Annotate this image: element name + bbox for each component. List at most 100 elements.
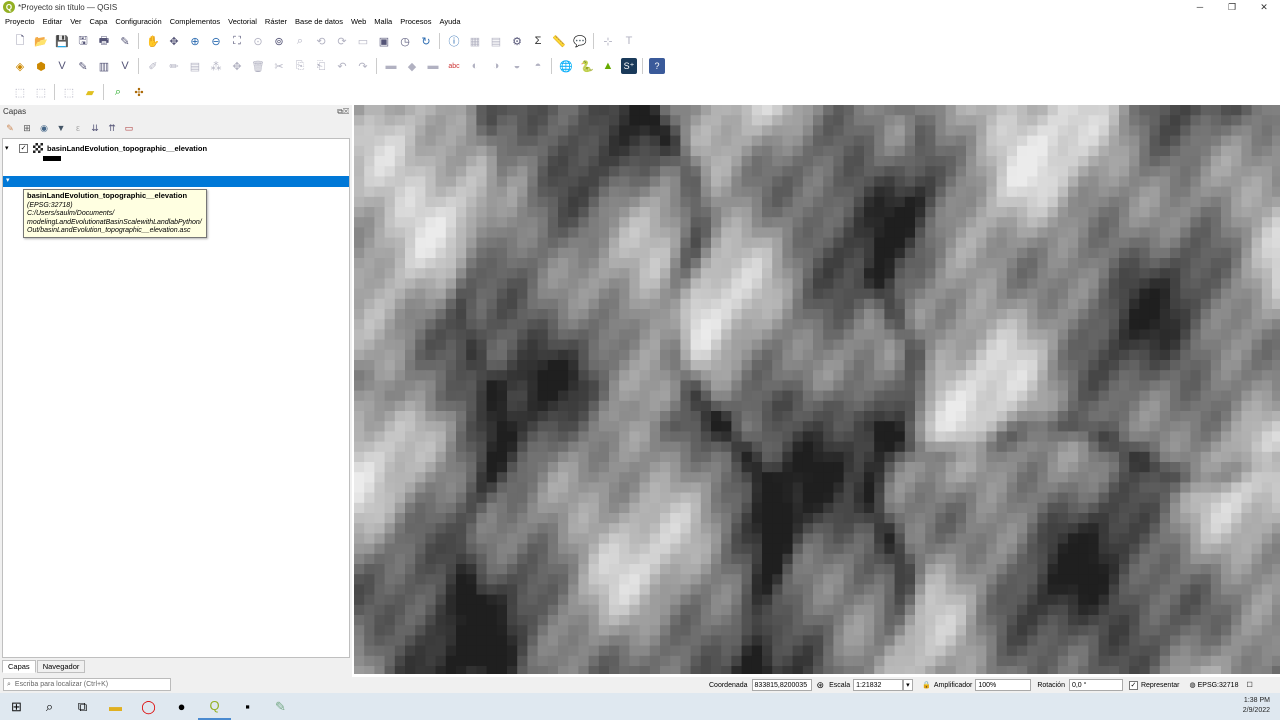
edit-pencil-icon[interactable]: ✐ xyxy=(145,58,161,74)
menu-raster[interactable]: Ráster xyxy=(265,17,287,26)
statistics-icon[interactable]: Σ xyxy=(530,33,546,49)
new-geopackage-icon[interactable]: ⬢ xyxy=(33,58,49,74)
save-as-icon[interactable]: 🖫 xyxy=(75,33,91,49)
collapse-all-icon[interactable]: ⇈ xyxy=(106,122,118,134)
stats-plugin-icon[interactable]: ▲ xyxy=(600,58,616,74)
cut-icon[interactable]: ✂ xyxy=(271,58,287,74)
pan-icon[interactable]: ✋ xyxy=(145,33,161,49)
close-button[interactable]: ✕ xyxy=(1248,0,1280,14)
processing-toolbox-icon[interactable]: ⚙ xyxy=(509,33,525,49)
system-clock[interactable]: 1:38 PM 2/9/2022 xyxy=(1243,696,1270,716)
help-icon[interactable]: ? xyxy=(649,58,665,74)
remove-layer-icon[interactable]: ▭ xyxy=(123,122,135,134)
add-group-icon[interactable]: ⊞ xyxy=(21,122,33,134)
file-explorer-icon[interactable]: ▬ xyxy=(99,693,132,720)
delete-icon[interactable]: 🗑 xyxy=(250,58,266,74)
lock-scale-icon[interactable]: 🔒 xyxy=(922,681,931,689)
notepad-icon[interactable]: ✎ xyxy=(264,693,297,720)
locator-search[interactable]: ⌕ Escriba para localizar (Ctrl+K) xyxy=(3,678,171,691)
panel-float-close-icon[interactable]: ⧉☒ xyxy=(337,107,349,117)
zoom-out-icon[interactable]: ⊖ xyxy=(208,33,224,49)
expand-arrow-icon[interactable]: ▾ xyxy=(5,144,13,152)
new-map-view-icon[interactable]: ▭ xyxy=(355,33,371,49)
select-features-icon[interactable]: ⊹ xyxy=(600,33,616,49)
data-source-manager-icon[interactable]: ◈ xyxy=(12,58,28,74)
menu-malla[interactable]: Malla xyxy=(374,17,392,26)
map-tips-icon[interactable]: 💬 xyxy=(572,33,588,49)
field-calc-icon[interactable]: ▤ xyxy=(488,33,504,49)
task-view-icon[interactable]: ⧉ xyxy=(66,693,99,720)
toggle-editing-icon[interactable]: ✏ xyxy=(166,58,182,74)
s-plus-plugin-icon[interactable]: S⁺ xyxy=(621,58,637,74)
save-edits-icon[interactable]: ▤ xyxy=(187,58,203,74)
new-virtual-icon[interactable]: ▥ xyxy=(96,58,112,74)
scale-dropdown-icon[interactable]: ▾ xyxy=(903,679,914,691)
terminal-icon[interactable]: ▪ xyxy=(231,693,264,720)
deselect-icon[interactable]: ⬚ xyxy=(33,84,49,100)
zoom-selection-icon[interactable]: ⊙ xyxy=(250,33,266,49)
github-icon[interactable]: ● xyxy=(165,693,198,720)
maximize-button[interactable]: ❐ xyxy=(1216,0,1248,14)
paste-icon[interactable]: ⎗ xyxy=(313,58,329,74)
style-layer-icon[interactable]: ✎ xyxy=(4,122,16,134)
pan-to-selection-icon[interactable]: ✥ xyxy=(166,33,182,49)
selected-legend-row[interactable]: ▾ xyxy=(3,176,349,187)
print-layout-icon[interactable]: 🖶 xyxy=(96,33,112,49)
vertex-tool-icon[interactable]: ✥ xyxy=(229,58,245,74)
menu-capa[interactable]: Capa xyxy=(89,17,107,26)
menu-base-de-datos[interactable]: Base de datos xyxy=(295,17,343,26)
tab-capas[interactable]: Capas xyxy=(2,660,36,673)
identify-icon[interactable]: ⓘ xyxy=(446,33,462,49)
search-icon[interactable]: ⌕ xyxy=(33,693,66,720)
zoom-native-icon[interactable]: ⌕ xyxy=(292,33,308,49)
new-project-icon[interactable]: 🗋 xyxy=(12,33,28,49)
zoom-layer-icon[interactable]: ⊚ xyxy=(271,33,287,49)
layer-name[interactable]: basinLandEvolution_topographic__elevatio… xyxy=(47,144,207,153)
filter-select-icon[interactable]: ⬚ xyxy=(61,84,77,100)
georeferencer-icon[interactable]: ✣ xyxy=(131,84,147,100)
open-project-icon[interactable]: 📂 xyxy=(33,33,49,49)
menu-vectorial[interactable]: Vectorial xyxy=(228,17,257,26)
menu-configuracion[interactable]: Configuración xyxy=(115,17,161,26)
menu-complementos[interactable]: Complementos xyxy=(170,17,220,26)
coordinate-field[interactable]: 833815,8200035 xyxy=(751,679,812,691)
zoom-full-icon[interactable]: ⛶ xyxy=(229,33,245,49)
render-checkbox[interactable]: ✓ xyxy=(1128,680,1138,690)
style-manager-icon[interactable]: ✎ xyxy=(117,33,133,49)
qgis-taskbar-icon[interactable]: Q xyxy=(198,693,231,720)
new-temp-scratch-icon[interactable]: V xyxy=(117,58,133,74)
filter-legend-icon[interactable]: ▼ xyxy=(55,122,67,134)
manage-visibility-icon[interactable]: ◉ xyxy=(38,122,50,134)
menu-procesos[interactable]: Procesos xyxy=(400,17,431,26)
layer-row[interactable]: ▾ ✓ basinLandEvolution_topographic__elev… xyxy=(3,142,207,154)
magnifier-field[interactable]: 100% xyxy=(975,679,1032,691)
undo-icon[interactable]: ↶ xyxy=(334,58,350,74)
abc-label-icon[interactable]: abc xyxy=(446,58,462,74)
highlight-icon[interactable]: ▬ xyxy=(425,58,441,74)
zoom-in-icon[interactable]: ⊕ xyxy=(187,33,203,49)
menu-editar[interactable]: Editar xyxy=(43,17,63,26)
minimize-button[interactable]: ─ xyxy=(1184,0,1216,14)
label-move-icon[interactable]: ◑ xyxy=(488,58,504,74)
filter-expression-icon[interactable]: ε xyxy=(72,122,84,134)
windows-start-icon[interactable]: ⊞ xyxy=(0,693,33,720)
digitize-icon[interactable]: ⁂ xyxy=(208,58,224,74)
menu-proyecto[interactable]: Proyecto xyxy=(5,17,35,26)
select-all-icon[interactable]: ▰ xyxy=(82,84,98,100)
expand-all-icon[interactable]: ⇊ xyxy=(89,122,101,134)
globe-plugin-icon[interactable]: 🌐 xyxy=(558,58,574,74)
redo-icon[interactable]: ↷ xyxy=(355,58,371,74)
change-label-icon[interactable]: ◓ xyxy=(530,58,546,74)
temporal-controller-icon[interactable]: ◷ xyxy=(397,33,413,49)
save-project-icon[interactable]: 💾 xyxy=(54,33,70,49)
label-change-icon[interactable]: ◒ xyxy=(509,58,525,74)
text-annotation-icon[interactable]: T xyxy=(621,33,637,49)
menu-ayuda[interactable]: Ayuda xyxy=(439,17,460,26)
python-console-icon[interactable]: 🐍 xyxy=(579,58,595,74)
zoom-next-icon[interactable]: ⟳ xyxy=(334,33,350,49)
new-shapefile-icon[interactable]: V xyxy=(54,58,70,74)
scale-field[interactable]: 1:21832 xyxy=(853,679,904,691)
map-canvas[interactable] xyxy=(354,105,1280,674)
new-spatialite-icon[interactable]: ✎ xyxy=(75,58,91,74)
attribute-table-icon[interactable]: ▦ xyxy=(467,33,483,49)
